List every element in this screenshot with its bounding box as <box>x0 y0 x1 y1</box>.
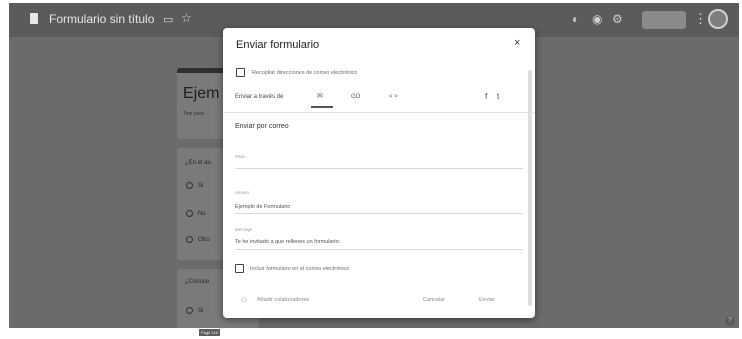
option-label: Si <box>198 308 204 314</box>
add-collaborators-button[interactable]: Añadir colaboradores <box>257 297 309 303</box>
document-icon <box>30 13 38 24</box>
subject-field[interactable]: Ejemplo de Formulario <box>235 204 290 210</box>
star-icon[interactable]: ☆ <box>181 11 192 25</box>
dialog-title: Enviar formulario <box>236 39 320 51</box>
twitter-icon[interactable]: t <box>497 92 499 101</box>
tooltip: Page 116 <box>199 329 220 336</box>
folder-icon[interactable]: ▭ <box>163 13 173 26</box>
collect-emails-label: Recopilar direcciones de correo electrón… <box>252 70 358 76</box>
add-person-icon: ⚇ <box>241 297 248 304</box>
radio-option[interactable] <box>186 307 193 314</box>
screenshot-frame: Formulario sin título ▭ ☆ ◐ ◉ ⚙ ⋮ Ejem T… <box>0 0 742 339</box>
send-via-label: Enviar a través de <box>235 94 284 100</box>
send-form-dialog: Enviar formulario × Recopilar direccione… <box>223 28 535 318</box>
option-label: Si <box>198 183 204 189</box>
preview-icon[interactable]: ◉ <box>592 12 602 26</box>
message-label: Mensaje <box>235 227 253 232</box>
collect-emails-checkbox[interactable] <box>236 68 245 77</box>
form-heading: Ejem <box>183 85 220 102</box>
include-form-checkbox[interactable] <box>235 264 244 273</box>
radio-option[interactable] <box>186 210 193 217</box>
subject-label: Asunto <box>235 190 250 195</box>
form-description: Tine para <box>183 111 204 117</box>
tabs-divider <box>223 112 535 113</box>
help-icon[interactable]: ? <box>725 316 735 326</box>
facebook-icon[interactable]: f <box>485 92 487 101</box>
active-tab-indicator <box>311 106 333 108</box>
link-tab-icon[interactable]: GO <box>351 94 360 100</box>
radio-option[interactable] <box>186 182 193 189</box>
message-field[interactable]: Te he invitado a que rellenes un formula… <box>235 239 340 245</box>
cancel-button[interactable]: Cancelar <box>423 297 445 303</box>
settings-icon[interactable]: ⚙ <box>612 12 623 26</box>
include-form-label: Incluir formulario en el correo electrón… <box>250 266 350 272</box>
avatar[interactable] <box>708 9 728 29</box>
subject-underline <box>235 213 523 214</box>
to-label: Para <box>235 154 245 159</box>
send-email-button[interactable]: Enviar <box>479 297 495 303</box>
email-section-title: Enviar por correo <box>235 123 289 130</box>
option-label: Otro <box>198 237 210 243</box>
to-field[interactable] <box>235 168 523 169</box>
palette-icon[interactable]: ◐ <box>572 12 579 26</box>
close-icon[interactable]: × <box>514 37 520 49</box>
question-text: ¿En el au <box>185 160 211 166</box>
email-tab-icon[interactable]: ✉ <box>317 92 323 100</box>
option-label: No <box>198 211 206 217</box>
radio-option[interactable] <box>186 236 193 243</box>
dialog-scrollbar[interactable] <box>528 70 532 306</box>
question-text: ¿Conoce <box>185 279 210 285</box>
embed-tab-icon[interactable]: < > <box>389 94 398 100</box>
send-button[interactable] <box>642 11 686 29</box>
form-title[interactable]: Formulario sin título <box>49 12 154 26</box>
more-options-icon[interactable]: ⋮ <box>694 11 707 27</box>
message-underline <box>235 249 523 250</box>
